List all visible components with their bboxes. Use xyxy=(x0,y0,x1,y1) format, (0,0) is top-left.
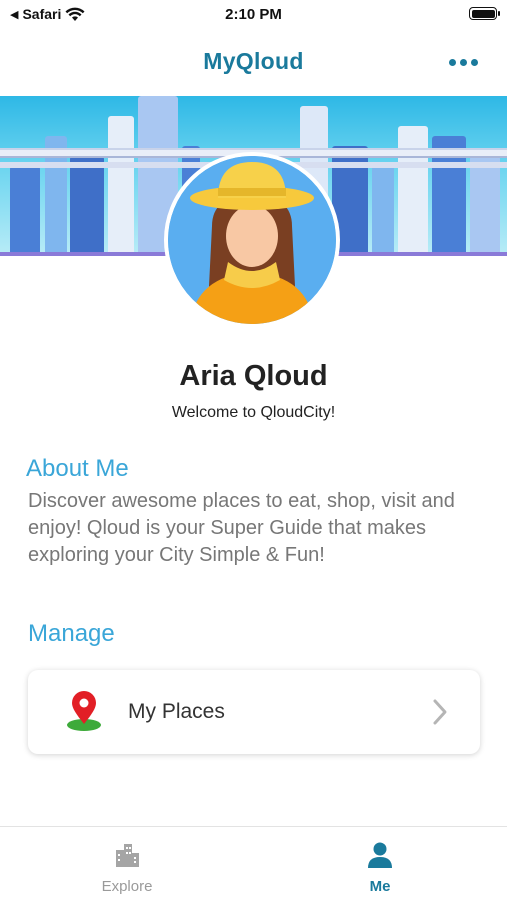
building-icon xyxy=(116,844,139,867)
app-logo: MyQloud xyxy=(203,48,304,74)
my-places-button[interactable]: My Places xyxy=(28,670,480,754)
more-horizontal-icon xyxy=(448,58,456,66)
welcome-message: Welcome to QloudCity! xyxy=(171,404,336,421)
tab-me[interactable]: Me xyxy=(253,827,507,900)
tab-me-label: Me xyxy=(369,878,391,895)
chevron-right-icon xyxy=(433,699,447,725)
my-places-label: My Places xyxy=(128,700,225,723)
more-options-button[interactable] xyxy=(445,50,481,74)
battery-icon xyxy=(469,7,500,20)
avatar-illustration xyxy=(168,156,336,324)
nav-bar: MyQloud xyxy=(0,28,507,96)
about-me-text: Discover awesome places to eat, shop, vi… xyxy=(28,490,455,566)
profile-avatar[interactable] xyxy=(164,152,340,328)
status-time: 2:10 PM xyxy=(225,6,282,23)
tab-explore-label: Explore xyxy=(101,878,153,895)
tab-explore[interactable]: Explore xyxy=(0,827,254,900)
status-bar: ◀ Safari 2:10 PM xyxy=(0,0,507,28)
person-icon xyxy=(368,842,392,868)
tab-bar: Explore Me xyxy=(0,826,507,900)
map-pin-icon xyxy=(67,691,101,731)
about-me-title: About Me xyxy=(26,455,129,482)
manage-title: Manage xyxy=(28,620,115,647)
user-name: Aria Qloud xyxy=(179,360,328,392)
